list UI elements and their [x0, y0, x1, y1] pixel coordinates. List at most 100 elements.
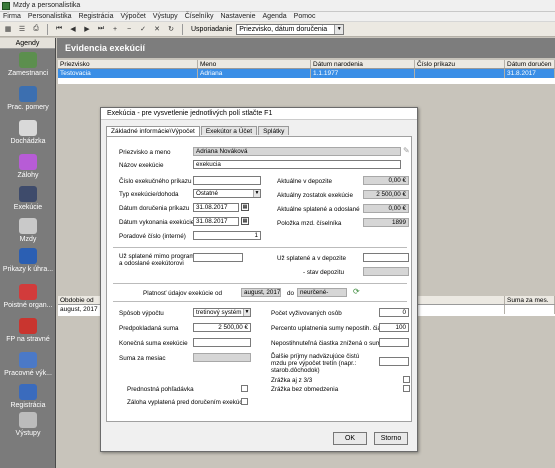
deposit-now-label: Aktuálne v depozite	[277, 178, 332, 185]
delivered-field[interactable]: 31.08.2017	[193, 203, 239, 212]
insurance-icon	[19, 284, 37, 300]
add-icon[interactable]: +	[110, 24, 120, 34]
chevron-down-icon[interactable]: ▼	[243, 309, 250, 316]
chevron-down-icon[interactable]: ▼	[334, 24, 344, 34]
menu-ciselniky[interactable]: Číselníky	[185, 13, 214, 20]
calc-select[interactable]: tretinový systém ▼	[193, 308, 251, 317]
monthly-field	[193, 353, 251, 362]
page-title: Evidencia exekúcií	[57, 38, 555, 58]
sidebar-item-prikazy[interactable]: Prikazy k úhra...	[0, 248, 56, 273]
printer-icon	[19, 412, 37, 428]
order-seq-field[interactable]: 1	[193, 231, 261, 240]
sidebar-item-vystupy[interactable]: Výstupy	[0, 412, 56, 437]
worksheet-icon	[19, 352, 37, 368]
sidebar-item-label: Mzdy	[19, 236, 37, 243]
third-checkbox[interactable]	[403, 376, 410, 383]
final-field[interactable]	[193, 338, 251, 347]
calculator-icon[interactable]: ▦	[3, 24, 13, 34]
window-title: Mzdy a personalistika	[13, 2, 81, 9]
final-label: Konečná suma exekúcie	[119, 340, 188, 347]
sidebar-item-prac-pomery[interactable]: Prac. pomery	[0, 86, 56, 111]
executed-field[interactable]: 31.08.2017	[193, 217, 239, 226]
column-header[interactable]: Dátum narodenia	[311, 60, 415, 68]
surname-label: Priezvisko a meno	[119, 149, 171, 156]
reduced-field[interactable]	[379, 338, 409, 347]
column-header[interactable]: Priezvisko	[58, 60, 198, 68]
print-icon[interactable]: ⎙	[31, 24, 41, 34]
refresh-icon[interactable]: ↻	[166, 24, 176, 34]
sepa-icon	[19, 248, 37, 264]
execution-name-label: Názov exekúcie	[119, 162, 164, 169]
sidebar-item-zamestnanci[interactable]: Zamestnanci	[0, 52, 56, 77]
dependents-field[interactable]: 0	[379, 308, 409, 317]
deposit-state-field	[363, 267, 409, 276]
percent-field[interactable]: 100	[379, 323, 409, 332]
menu-registracia[interactable]: Registrácia	[78, 13, 113, 20]
execution-name-field[interactable]: exekucia	[193, 160, 401, 169]
menu-vypocet[interactable]: Výpočet	[120, 13, 145, 20]
type-select[interactable]: Ostatné ▼	[193, 189, 261, 198]
sidebar-item-dochadzka[interactable]: Dochádzka	[0, 120, 56, 145]
cancel-button[interactable]: Storno	[374, 432, 408, 445]
table-row[interactable]: Testovacia Adriana 1.1.1977 31.8.2017	[58, 69, 555, 78]
employees-icon	[19, 52, 37, 68]
tab-panel: Priezvisko a meno Adriana Nováková ✎ Náz…	[106, 136, 412, 422]
next-record-icon[interactable]: ▶	[82, 24, 92, 34]
calendar-icon[interactable]: ▦	[241, 203, 249, 211]
remove-icon[interactable]: −	[124, 24, 134, 34]
divider	[113, 283, 407, 284]
menu-vystupy[interactable]: Výstupy	[153, 13, 178, 20]
calendar-icon[interactable]: ▦	[241, 217, 249, 225]
list-icon[interactable]: ☰	[17, 24, 27, 34]
menu-personalistika[interactable]: Personalistika	[28, 13, 72, 20]
menu-pomoc[interactable]: Pomoc	[294, 13, 316, 20]
paid-deposit-label: Už splatené a v depozite	[277, 255, 346, 262]
column-header[interactable]: Dátum doručen	[505, 60, 555, 68]
prev-record-icon[interactable]: ◀	[68, 24, 78, 34]
attach-icon[interactable]: ✎	[403, 146, 410, 155]
tab-executor[interactable]: Exekútor a Účet	[200, 126, 258, 135]
sidebar-item-registracia[interactable]: Registrácia	[0, 384, 56, 409]
menu-nastavenie[interactable]: Nastavenie	[220, 13, 255, 20]
tab-basic[interactable]: Základné informácie\Výpočet	[106, 126, 200, 136]
dialog-title: Exekúcia - pre vysvetlenie jednotlivých …	[101, 108, 417, 120]
paid-deposit-field[interactable]	[363, 253, 409, 262]
menu-agenda[interactable]: Agenda	[263, 13, 287, 20]
chevron-down-icon[interactable]: ▼	[253, 190, 260, 197]
expected-field[interactable]: 2 500,00 €	[193, 323, 251, 332]
sort-select[interactable]: Priezvisko, dátum doručenia ▼	[236, 23, 345, 35]
order-no-field[interactable]	[193, 176, 261, 185]
preferred-checkbox[interactable]	[241, 385, 248, 392]
column-header[interactable]: Číslo príkazu	[415, 60, 505, 68]
sidebar-header: Agendy	[0, 38, 55, 49]
sidebar-item-label: Exekúcie	[13, 204, 43, 211]
ok-button[interactable]: OK	[333, 432, 367, 445]
validity-icon[interactable]: ⟳	[353, 287, 360, 296]
sidebar-item-pracovne-vykazy[interactable]: Pracovné výk...	[0, 352, 56, 377]
sidebar-item-mzdy[interactable]: Mzdy	[0, 218, 56, 243]
cell-amount	[505, 305, 555, 314]
column-header[interactable]: Meno	[198, 60, 311, 68]
save-icon[interactable]: ✓	[138, 24, 148, 34]
tab-installments[interactable]: Splátky	[258, 126, 290, 135]
paid-outside-field[interactable]	[193, 253, 243, 262]
table-header: Priezvisko Meno Dátum narodenia Číslo pr…	[58, 60, 555, 69]
sidebar-item-zalohy[interactable]: Zálohy	[0, 154, 56, 179]
column-header[interactable]: Suma za mes.	[505, 296, 555, 304]
toolbar-separator	[182, 23, 183, 35]
sidebar-item-exekucie[interactable]: Exekúcie	[0, 186, 56, 211]
sidebar-item-poistne[interactable]: Poistné organ...	[0, 284, 56, 309]
validity-from-field: august, 2017	[241, 288, 281, 297]
validity-label: Platnosť údajov exekúcie od	[143, 290, 223, 297]
calc-label: Spôsob výpočtu	[119, 310, 164, 317]
sidebar-item-fp-stravne[interactable]: FP na stravné	[0, 318, 56, 343]
cancel-icon[interactable]: ✕	[152, 24, 162, 34]
advance-checkbox[interactable]	[241, 398, 248, 405]
validity-to-field: neurčené-	[297, 288, 347, 297]
menu-firma[interactable]: Firma	[3, 13, 21, 20]
cell-surname: Testovacia	[58, 69, 198, 78]
last-record-icon[interactable]: ⏭	[96, 24, 106, 34]
further-field[interactable]	[379, 357, 409, 366]
unlimited-checkbox[interactable]	[403, 385, 410, 392]
first-record-icon[interactable]: ⏮	[54, 24, 64, 34]
